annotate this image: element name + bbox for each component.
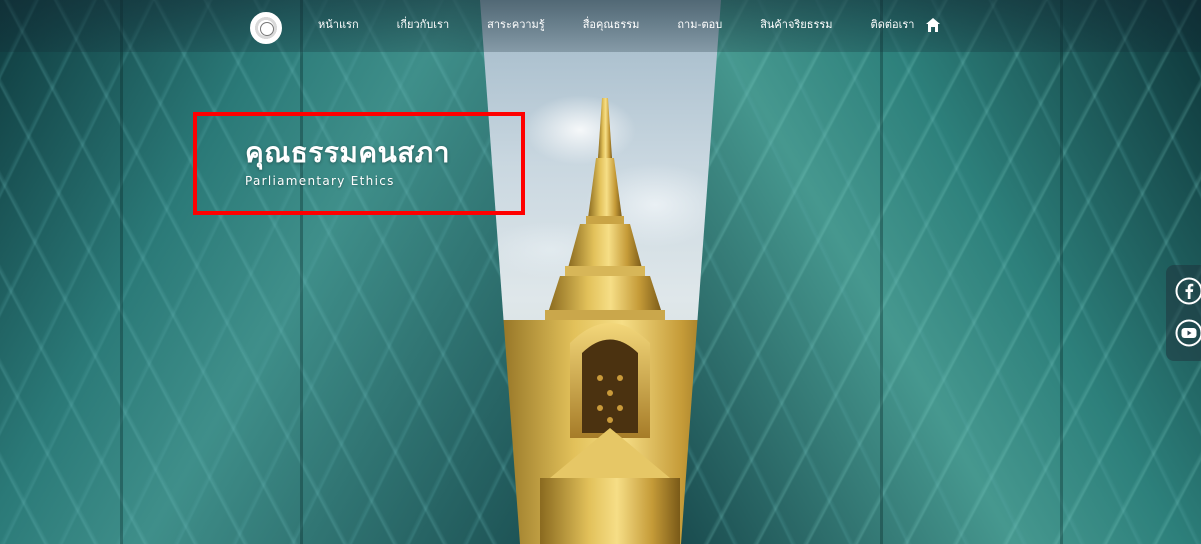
nav-item-about[interactable]: เกี่ยวกับเรา	[397, 17, 450, 33]
glass-frame-line	[120, 0, 123, 544]
nav-item-products[interactable]: สินค้าจริยธรรม	[760, 17, 832, 33]
top-navbar: หน้าแรก เกี่ยวกับเรา สาระความรู้ สื่อคุณ…	[0, 0, 1201, 52]
page-subtitle: Parliamentary Ethics	[245, 174, 395, 188]
nav-item-contact[interactable]: ติดต่อเรา	[871, 17, 915, 33]
youtube-icon[interactable]	[1175, 319, 1201, 347]
nav-item-faq[interactable]: ถาม-ตอบ	[677, 17, 722, 33]
social-sidebar	[1166, 265, 1201, 361]
hero-banner	[0, 0, 1201, 544]
nav-menu: หน้าแรก เกี่ยวกับเรา สาระความรู้ สื่อคุณ…	[318, 17, 914, 33]
glass-frame-line	[880, 0, 883, 544]
facebook-icon[interactable]	[1175, 277, 1201, 305]
glass-wall-right	[681, 0, 1201, 544]
nav-item-media[interactable]: สื่อคุณธรรม	[583, 17, 640, 33]
nav-item-knowledge[interactable]: สาระความรู้	[487, 17, 545, 33]
home-icon[interactable]	[925, 17, 941, 33]
parliament-seal-icon[interactable]	[250, 12, 282, 44]
glass-frame-line	[1060, 0, 1063, 544]
nav-item-home[interactable]: หน้าแรก	[318, 17, 359, 33]
page-title: คุณธรรมคนสภา	[245, 136, 450, 169]
glass-frame-line	[300, 0, 303, 544]
glass-wall-left	[0, 0, 520, 544]
